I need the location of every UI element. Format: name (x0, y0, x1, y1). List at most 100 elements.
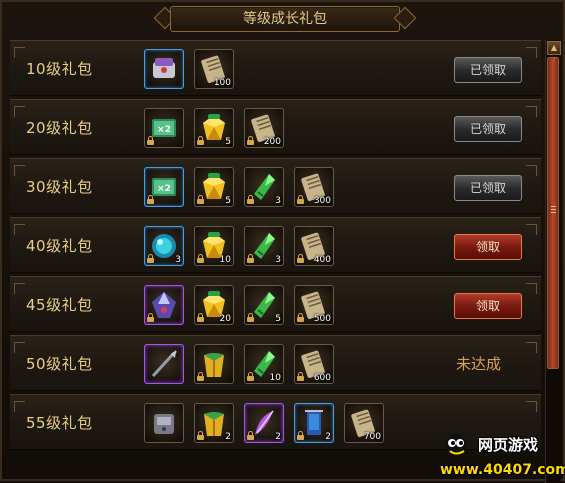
claimed-button[interactable]: 已领取 (454, 175, 522, 201)
reward-slot[interactable]: ×2 (144, 108, 184, 148)
lock-icon (147, 136, 154, 145)
reward-slot[interactable]: 700 (344, 403, 384, 443)
gift-row: 40级礼包 3 10 3 400 领取 (10, 217, 541, 273)
site-watermark: 网页游戏 www.40407.com (440, 432, 565, 480)
reward-slot[interactable]: 3 (244, 226, 284, 266)
reward-slot[interactable]: 2 (244, 403, 284, 443)
reward-slot[interactable] (144, 285, 184, 325)
item-quantity: 2 (225, 432, 231, 442)
gift-level-label: 10级礼包 (26, 60, 93, 78)
item-quantity: 2 (275, 432, 281, 442)
item-quantity: 10 (219, 255, 231, 265)
gift-level-label: 20级礼包 (26, 119, 93, 137)
gift-list: 10级礼包 100 已领取 20级礼包 ×2 5 200 已领取 30级礼包 ×2 5 3 300 已领取… (10, 40, 541, 483)
reward-slot[interactable]: 5 (194, 108, 234, 148)
mascot-logo-icon (445, 434, 467, 456)
reward-slot[interactable]: 600 (294, 344, 334, 384)
lock-icon (247, 313, 254, 322)
reward-slot[interactable] (144, 403, 184, 443)
reward-slot[interactable]: ×2 (144, 167, 184, 207)
item-quantity: 100 (213, 78, 231, 88)
gold-robe-icon (204, 353, 224, 377)
claimed-button[interactable]: 已领取 (454, 57, 522, 83)
watermark-site: www.40407.com (440, 462, 565, 478)
item-quantity: 3 (275, 255, 281, 265)
lock-icon (247, 254, 254, 263)
gift-level-label: 55级礼包 (26, 414, 93, 432)
item-quantity: 500 (313, 314, 331, 324)
claim-button[interactable]: 领取 (454, 293, 522, 319)
reward-slot[interactable]: 200 (244, 108, 284, 148)
reward-slot[interactable]: 5 (194, 167, 234, 207)
lock-icon (197, 313, 204, 322)
item-quantity: 700 (363, 432, 381, 442)
lock-icon (247, 431, 254, 440)
lock-icon (297, 195, 304, 204)
item-quantity: 400 (313, 255, 331, 265)
lock-icon (147, 313, 154, 322)
gift-row: 45级礼包 20 5 500 领取 (10, 276, 541, 332)
exp-book-icon: ×2 (152, 119, 176, 137)
lock-icon (197, 372, 204, 381)
reward-slot[interactable]: 500 (294, 285, 334, 325)
lock-icon (197, 195, 204, 204)
scrollbar[interactable]: ▲ (545, 40, 561, 483)
scroll-thumb[interactable] (547, 57, 559, 369)
reward-slot[interactable]: 10 (244, 344, 284, 384)
exp-book-icon: ×2 (152, 178, 176, 196)
reward-slot[interactable]: 3 (244, 167, 284, 207)
lock-icon (247, 136, 254, 145)
item-quantity: 2 (325, 432, 331, 442)
lock-icon (147, 195, 154, 204)
reward-slot[interactable] (144, 344, 184, 384)
item-quantity: 10 (269, 373, 281, 383)
gift-level-label: 30级礼包 (26, 178, 93, 196)
watermark-name: 网页游戏 (478, 436, 539, 454)
reward-slot[interactable]: 100 (194, 49, 234, 89)
armor-chest-icon (153, 58, 175, 78)
scroll-up-arrow-icon[interactable]: ▲ (547, 41, 561, 55)
crystal-armor-icon (152, 292, 176, 318)
item-quantity: 5 (225, 137, 231, 147)
spear-icon (151, 350, 177, 378)
reward-slot[interactable]: 10 (194, 226, 234, 266)
lock-icon (197, 254, 204, 263)
lock-icon (197, 136, 204, 145)
item-quantity: 3 (175, 255, 181, 265)
item-quantity: 3 (275, 196, 281, 206)
gift-panel: 等级成长礼包 10级礼包 100 已领取 20级礼包 ×2 5 200 已领取 30级礼包 ×2 5… (0, 0, 565, 483)
panel-title: 等级成长礼包 (170, 6, 400, 32)
item-quantity: 600 (313, 373, 331, 383)
gift-row: 20级礼包 ×2 5 200 已领取 (10, 99, 541, 155)
reward-slot[interactable]: 400 (294, 226, 334, 266)
gift-row: 50级礼包 10 600 未达成 (10, 335, 541, 391)
lock-icon (297, 254, 304, 263)
iron-armor-icon (154, 414, 174, 434)
lock-icon (297, 313, 304, 322)
lock-icon (147, 254, 154, 263)
lock-icon (197, 431, 204, 440)
lock-icon (247, 195, 254, 204)
item-quantity: 5 (225, 196, 231, 206)
reward-slot[interactable]: 2 (194, 403, 234, 443)
lock-icon (297, 431, 304, 440)
not-reached-status: 未达成 (456, 355, 502, 373)
claim-button[interactable]: 领取 (454, 234, 522, 260)
gift-level-label: 50级礼包 (26, 355, 93, 373)
reward-slot[interactable]: 3 (144, 226, 184, 266)
reward-slot[interactable] (194, 344, 234, 384)
reward-slot[interactable] (144, 49, 184, 89)
gift-level-label: 40级礼包 (26, 237, 93, 255)
reward-slot[interactable]: 2 (294, 403, 334, 443)
svg-text:×2: ×2 (157, 125, 171, 135)
gift-row: 30级礼包 ×2 5 3 300 已领取 (10, 158, 541, 214)
reward-slot[interactable]: 5 (244, 285, 284, 325)
reward-slot[interactable]: 20 (194, 285, 234, 325)
gift-level-label: 45级礼包 (26, 296, 93, 314)
lock-icon (247, 372, 254, 381)
item-quantity: 20 (219, 314, 231, 324)
reward-slot[interactable]: 300 (294, 167, 334, 207)
claimed-button[interactable]: 已领取 (454, 116, 522, 142)
gift-row: 10级礼包 100 已领取 (10, 40, 541, 96)
item-quantity: 5 (275, 314, 281, 324)
